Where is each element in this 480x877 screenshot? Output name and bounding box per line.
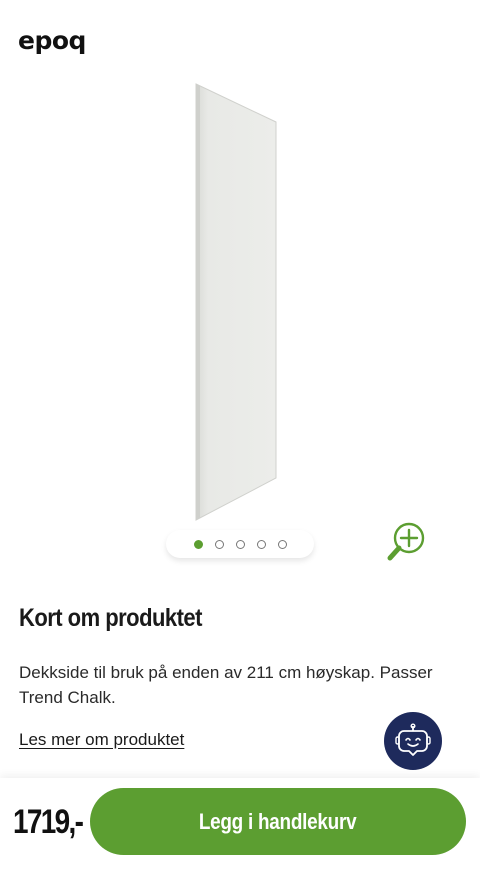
read-more-link[interactable]: Les mer om produktet: [19, 730, 184, 750]
product-image[interactable]: [192, 82, 282, 522]
add-to-cart-button[interactable]: Legg i handlekurv: [90, 788, 466, 855]
pagination-dot-2[interactable]: [214, 539, 224, 549]
product-page: epoq Kort om produktet Dekkside til bruk…: [0, 0, 480, 877]
zoom-in-icon[interactable]: [384, 520, 434, 566]
pagination-dot-5[interactable]: [277, 539, 287, 549]
product-price: 1719,-: [13, 803, 84, 841]
section-title: Kort om produktet: [19, 604, 202, 632]
pagination-dot-4[interactable]: [256, 539, 266, 549]
pagination-dot-1[interactable]: [193, 539, 203, 549]
add-to-cart-label: Legg i handlekurv: [199, 808, 357, 834]
product-description: Dekkside til bruk på enden av 211 cm høy…: [19, 663, 433, 707]
pagination-dot-3[interactable]: [235, 539, 245, 549]
chatbot-icon: [395, 723, 431, 756]
brand-logo[interactable]: epoq: [18, 26, 86, 56]
purchase-bar: 1719,- Legg i handlekurv: [0, 778, 480, 877]
chatbot-button[interactable]: [384, 712, 442, 770]
image-pagination: [166, 530, 314, 558]
